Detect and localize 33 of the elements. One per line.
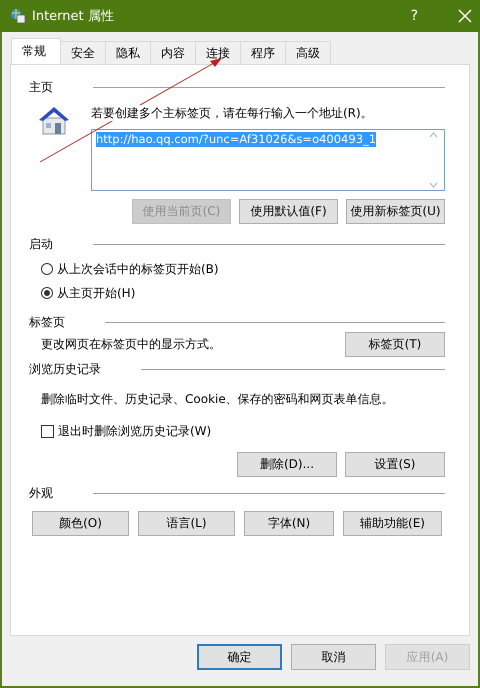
option-label: 从上次会话中的标签页开始(B) [57, 260, 219, 278]
button[interactable]: 使用新标签页(U) [346, 199, 445, 224]
section-text: 删除临时文件、历史记录、Cookie、保存的密码和网页表单信息。 [41, 391, 395, 408]
close-icon [458, 9, 472, 23]
checkbox[interactable] [41, 424, 54, 438]
button[interactable]: 确定 [197, 644, 282, 670]
scroll-down-icon [428, 182, 438, 188]
checkbox-label: 退出时删除浏览历史记录(W) [58, 422, 212, 440]
button[interactable]: 删除(D)... [237, 452, 337, 477]
section-heading: 标签页 [29, 314, 66, 330]
button[interactable]: 取消 [291, 644, 376, 670]
button[interactable]: 颜色(O) [32, 511, 129, 536]
button[interactable]: 设置(S) [345, 452, 445, 477]
button[interactable]: 使用默认值(F) [239, 199, 338, 224]
section-heading: 主页 [29, 78, 54, 96]
house-icon [37, 105, 71, 135]
scroll-up-icon [428, 132, 438, 138]
radio-button[interactable] [41, 287, 53, 299]
tab[interactable]: 常规 [11, 38, 61, 64]
section-heading: 外观 [29, 484, 54, 502]
section-heading: 启动 [29, 236, 54, 252]
button[interactable]: 字体(N) [244, 511, 334, 536]
tab[interactable]: 高级 [285, 41, 331, 64]
option-label: 从主页开始(H) [57, 284, 136, 302]
button[interactable]: 标签页(T) [345, 332, 445, 357]
button[interactable]: 语言(L) [138, 511, 235, 536]
help-button[interactable]: ? [410, 8, 418, 24]
section-heading: 浏览历史记录 [29, 360, 102, 378]
window-title: Internet 属性 [32, 8, 115, 25]
button[interactable]: 辅助功能(E) [343, 511, 442, 536]
radio-button[interactable] [41, 263, 53, 275]
globe-icon [10, 8, 26, 24]
section-text: 更改网页在标签页中的显示方式。 [41, 336, 221, 353]
